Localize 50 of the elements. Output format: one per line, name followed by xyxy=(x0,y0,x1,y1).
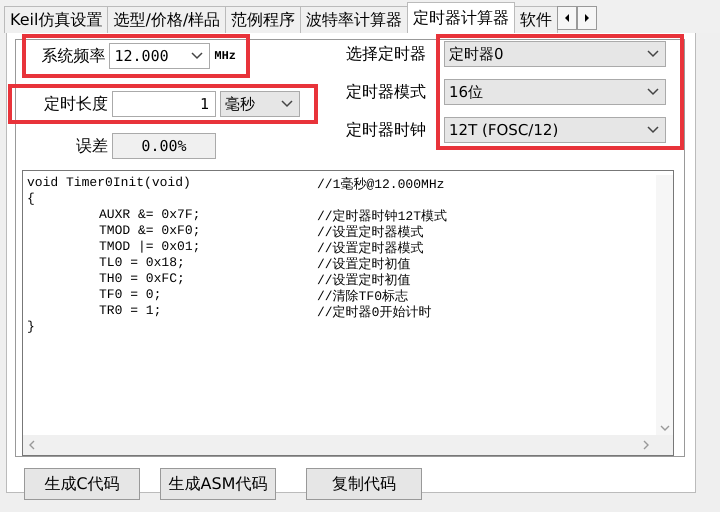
code-comment: //定时器时钟12T模式 xyxy=(317,208,448,223)
code-text: { xyxy=(27,191,36,207)
code-comment: //定时器0开始计时 xyxy=(317,304,432,319)
chevron-down-icon xyxy=(191,52,204,60)
code-comment: //设置定时初值 xyxy=(317,256,412,271)
chevron-down-icon xyxy=(647,126,659,134)
tab[interactable]: 软件 xyxy=(514,6,558,33)
tab[interactable]: Keil仿真设置 xyxy=(4,6,108,33)
frequency-combo[interactable]: 12.000 xyxy=(109,43,210,69)
scroll-left-icon[interactable] xyxy=(29,440,35,450)
code-comment: //设置定时初值 xyxy=(317,272,412,287)
scroll-down-icon[interactable] xyxy=(660,425,670,431)
code-comment: //清除TF0标志 xyxy=(317,288,410,303)
unit-label: MHz xyxy=(214,49,236,63)
error-field: 0.00% xyxy=(112,133,216,159)
duration-field[interactable]: 1 xyxy=(112,91,216,117)
chevron-down-icon xyxy=(647,50,659,58)
tab[interactable]: 定时器计算器 xyxy=(407,2,516,33)
action-button[interactable]: 复制代码 xyxy=(306,468,422,500)
code-text: TR0 = 1; xyxy=(98,303,162,319)
code-text: TF0 = 0; xyxy=(98,287,162,303)
action-button[interactable]: 生成C代码 xyxy=(24,468,140,500)
code-text: TL0 = 0x18; xyxy=(98,255,186,271)
code-text: TMOD &= 0xF0; xyxy=(98,223,202,239)
unit-combo[interactable]: 毫秒 xyxy=(220,91,300,117)
code-comment: //1毫秒@12.000MHz xyxy=(317,176,446,191)
code-text: TMOD |= 0x01; xyxy=(98,239,202,255)
dropdown[interactable]: 16位 xyxy=(444,79,666,105)
code-text: TH0 = 0xFC; xyxy=(98,271,186,287)
field-label: 定时长度 xyxy=(43,94,108,114)
field-label: 定时器时钟 xyxy=(345,120,426,140)
scroll-right-icon[interactable] xyxy=(643,440,649,450)
triangle-left-icon xyxy=(564,14,570,22)
scroll-left-button[interactable] xyxy=(557,6,578,30)
field-label: 定时器模式 xyxy=(345,82,426,102)
chevron-down-icon xyxy=(647,88,659,96)
chevron-down-icon xyxy=(281,100,293,108)
code-comment: //设置定时器模式 xyxy=(317,240,425,255)
dropdown[interactable]: 定时器0 xyxy=(444,41,666,67)
field-label: 误差 xyxy=(75,136,108,156)
dropdown[interactable]: 12T (FOSC/12) xyxy=(444,117,666,143)
field-label: 选择定时器 xyxy=(345,44,426,64)
code-comment: //设置定时器模式 xyxy=(317,224,425,239)
scroll-right-button[interactable] xyxy=(577,6,598,30)
code-text: void Timer0Init(void) xyxy=(27,175,192,191)
field-label: 系统频率 xyxy=(40,46,106,66)
action-button[interactable]: 生成ASM代码 xyxy=(160,468,276,500)
code-text: } xyxy=(27,319,36,335)
code-text: AUXR &= 0x7F; xyxy=(98,207,202,223)
triangle-right-icon xyxy=(584,14,590,22)
